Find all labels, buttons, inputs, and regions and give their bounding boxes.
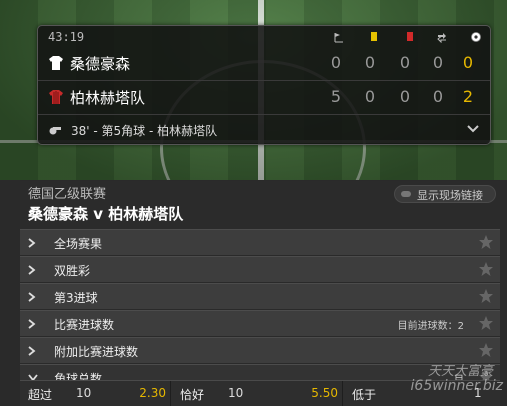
chevron-right-icon	[28, 238, 36, 248]
star-icon[interactable]	[478, 288, 494, 304]
team-row-home: 桑德豪森 0 0 0 0 0	[38, 48, 490, 81]
league-name: 德国乙级联赛	[28, 187, 107, 202]
away-shirt-icon	[49, 90, 63, 104]
odds-exact-cell[interactable]: 恰好 10 5.50	[172, 381, 343, 406]
market-row[interactable]: 全场赛果	[20, 229, 500, 256]
away-substitutions: 0	[432, 87, 444, 106]
match-clock: 43:19	[48, 30, 85, 44]
home-red-cards: 0	[399, 53, 411, 72]
market-info: 目前进球数：2	[397, 321, 464, 332]
away-team-name: 柏林赫塔队	[70, 90, 146, 107]
team-row-away: 柏林赫塔队 5 0 0 0 2	[38, 82, 490, 115]
home-yellow-cards: 0	[364, 53, 376, 72]
market-row[interactable]: 第3进球	[20, 283, 500, 310]
odds-over-cell[interactable]: 超过 10 2.30	[20, 381, 171, 406]
chevron-down-icon[interactable]	[466, 123, 480, 135]
chevron-right-icon	[28, 319, 36, 329]
chevron-right-icon	[28, 292, 36, 302]
show-live-link-label: 显示现场链接	[417, 189, 483, 202]
star-icon[interactable]	[478, 315, 494, 331]
toggle-icon	[401, 191, 411, 197]
market-label: 第3进球	[54, 291, 98, 305]
market-label: 附加比赛进球数	[54, 345, 139, 359]
yellow-card-icon	[371, 32, 377, 41]
market-label: 比赛进球数	[54, 318, 115, 332]
over-price: 2.30	[139, 386, 166, 400]
away-yellow-cards: 0	[364, 87, 376, 106]
market-row[interactable]: 比赛进球数 目前进球数：2	[20, 310, 500, 337]
watermark-line1: 天天大富豪	[427, 364, 493, 379]
home-corners: 0	[330, 53, 342, 72]
under-label: 低于	[352, 388, 377, 402]
ball-icon	[471, 32, 481, 42]
match-title: 桑德豪森 v 柏林赫塔队	[28, 205, 184, 223]
star-icon[interactable]	[478, 342, 494, 358]
exact-line: 10	[228, 386, 244, 400]
watermark-line2: i65winner.biz	[410, 378, 503, 394]
star-icon[interactable]	[478, 261, 494, 277]
whistle-icon	[49, 127, 61, 135]
away-corners: 5	[330, 87, 342, 106]
match-header: 德国乙级联赛 桑德豪森 v 柏林赫塔队 显示现场链接	[20, 181, 500, 229]
latest-event-text: 38' - 第5角球 - 柏林赫塔队	[71, 124, 218, 138]
show-live-link-toggle[interactable]: 显示现场链接	[394, 185, 496, 203]
over-line: 10	[76, 386, 92, 400]
substitution-icon	[437, 33, 446, 43]
market-row[interactable]: 双胜彩	[20, 256, 500, 283]
home-substitutions: 0	[432, 53, 444, 72]
market-label: 双胜彩	[54, 264, 91, 278]
latest-event-bar[interactable]: 38' - 第5角球 - 柏林赫塔队	[38, 118, 490, 142]
chevron-right-icon	[28, 346, 36, 356]
away-goals: 2	[462, 87, 474, 106]
chevron-right-icon	[28, 265, 36, 275]
market-label: 全场赛果	[54, 237, 103, 251]
over-label: 超过	[28, 388, 53, 402]
scoreboard-panel: 43:19 桑德豪森 0 0 0 0 0 柏林赫塔队 5 0 0 0 2 38'…	[37, 25, 491, 145]
away-red-cards: 0	[399, 87, 411, 106]
exact-label: 恰好	[180, 388, 205, 402]
home-team-name: 桑德豪森	[70, 56, 131, 73]
star-icon[interactable]	[478, 234, 494, 250]
home-goals: 0	[462, 53, 474, 72]
watermark: 天天大富豪 i65winner.biz	[380, 360, 505, 404]
red-card-icon	[407, 32, 413, 41]
home-shirt-icon	[49, 56, 63, 70]
corner-flag-icon	[334, 33, 343, 43]
exact-price: 5.50	[311, 386, 338, 400]
